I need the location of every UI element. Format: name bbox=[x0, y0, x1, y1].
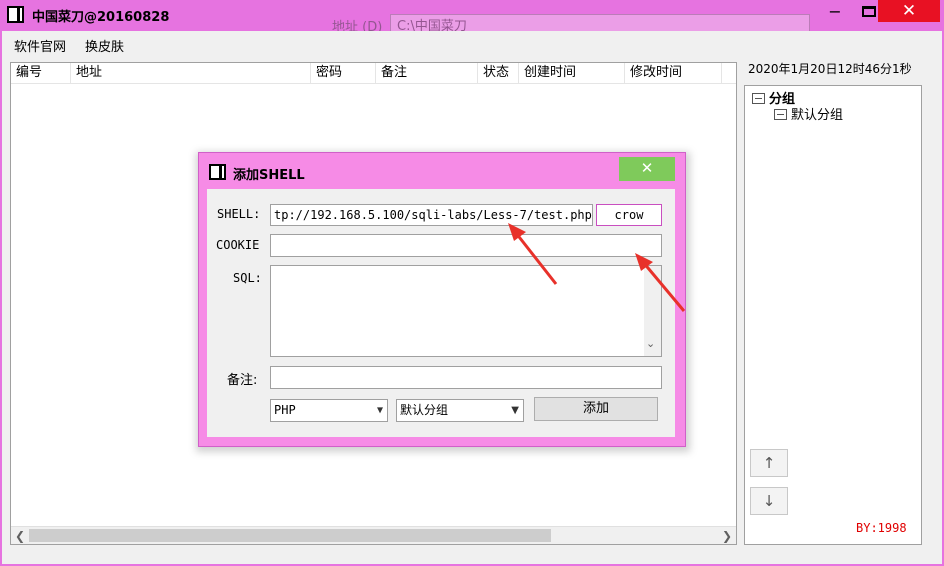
group-value: 默认分组 bbox=[400, 403, 449, 417]
move-down-button[interactable]: ↓ bbox=[750, 487, 788, 515]
tree-child-label: 默认分组 bbox=[791, 108, 844, 123]
app-icon bbox=[7, 6, 24, 23]
move-up-button[interactable]: ↑ bbox=[750, 449, 788, 477]
script-type-value: PHP bbox=[274, 403, 296, 417]
horizontal-scrollbar[interactable]: ❮ ❯ bbox=[11, 526, 736, 544]
scroll-left-icon[interactable]: ❮ bbox=[12, 528, 28, 544]
cookie-label: COOKIE bbox=[216, 238, 260, 252]
collapse-icon bbox=[774, 109, 787, 120]
tree-node-default-group[interactable]: 默认分组 bbox=[774, 104, 843, 123]
background-window: 地址 (D) C:\中国菜刀 bbox=[322, 0, 818, 35]
shell-label: SHELL: bbox=[217, 207, 261, 221]
dialog-body: SHELL: tp://192.168.5.100/sqli-labs/Less… bbox=[207, 189, 675, 437]
chevron-down-icon: ▼ bbox=[376, 405, 383, 416]
column-header-note[interactable]: 备注 bbox=[376, 63, 478, 83]
sql-label: SQL: bbox=[233, 271, 262, 285]
sql-scrollbar[interactable]: ⌄ bbox=[644, 266, 661, 356]
header-divider bbox=[11, 83, 736, 84]
add-shell-dialog: 添加SHELL ✕ SHELL: tp://192.168.5.100/sqli… bbox=[198, 152, 686, 447]
scroll-thumb[interactable] bbox=[29, 529, 551, 542]
chevron-down-icon[interactable]: ⌄ bbox=[646, 334, 655, 354]
column-header-created[interactable]: 创建时间 bbox=[519, 63, 625, 83]
collapse-icon[interactable] bbox=[752, 93, 765, 104]
column-header-password[interactable]: 密码 bbox=[311, 63, 376, 83]
add-button[interactable]: 添加 bbox=[534, 397, 658, 421]
column-header-address[interactable]: 地址 bbox=[71, 63, 311, 83]
window-title: 中国菜刀@20160828 bbox=[32, 10, 170, 25]
note-input[interactable] bbox=[270, 366, 662, 389]
column-header-modified[interactable]: 修改时间 bbox=[625, 63, 722, 83]
script-type-select[interactable]: PHP ▼ bbox=[270, 399, 388, 422]
menu-bar: 软件官网 换皮肤 bbox=[2, 31, 942, 57]
menu-item-change-skin[interactable]: 换皮肤 bbox=[85, 36, 124, 55]
dialog-title: 添加SHELL bbox=[233, 168, 305, 183]
dialog-close-button[interactable]: ✕ bbox=[619, 157, 675, 181]
note-label: 备注: bbox=[227, 373, 258, 388]
column-header-status[interactable]: 状态 bbox=[478, 63, 519, 83]
background-address-field: C:\中国菜刀 bbox=[390, 14, 810, 34]
scroll-right-icon[interactable]: ❯ bbox=[719, 528, 735, 544]
group-select[interactable]: 默认分组 ▼ bbox=[396, 399, 524, 422]
shell-url-input[interactable]: tp://192.168.5.100/sqli-labs/Less-7/test… bbox=[270, 204, 593, 226]
chevron-down-icon: ▼ bbox=[511, 405, 519, 416]
minimize-button[interactable]: − bbox=[818, 0, 852, 22]
cookie-input[interactable] bbox=[270, 234, 662, 257]
dialog-icon bbox=[209, 164, 226, 180]
maximize-icon bbox=[862, 5, 876, 17]
clock-display: 2020年1月20日12时46分1秒 bbox=[748, 62, 912, 76]
title-bar: 中国菜刀@20160828 地址 (D) C:\中国菜刀 − ✕ bbox=[0, 0, 944, 35]
close-button[interactable]: ✕ bbox=[878, 0, 940, 22]
shell-password-input[interactable]: crow bbox=[596, 204, 662, 226]
menu-item-official-site[interactable]: 软件官网 bbox=[14, 36, 66, 55]
sql-textarea[interactable]: ⌄ bbox=[270, 265, 662, 357]
column-header-id[interactable]: 编号 bbox=[11, 63, 71, 83]
by-label: BY:1998 bbox=[856, 521, 907, 535]
